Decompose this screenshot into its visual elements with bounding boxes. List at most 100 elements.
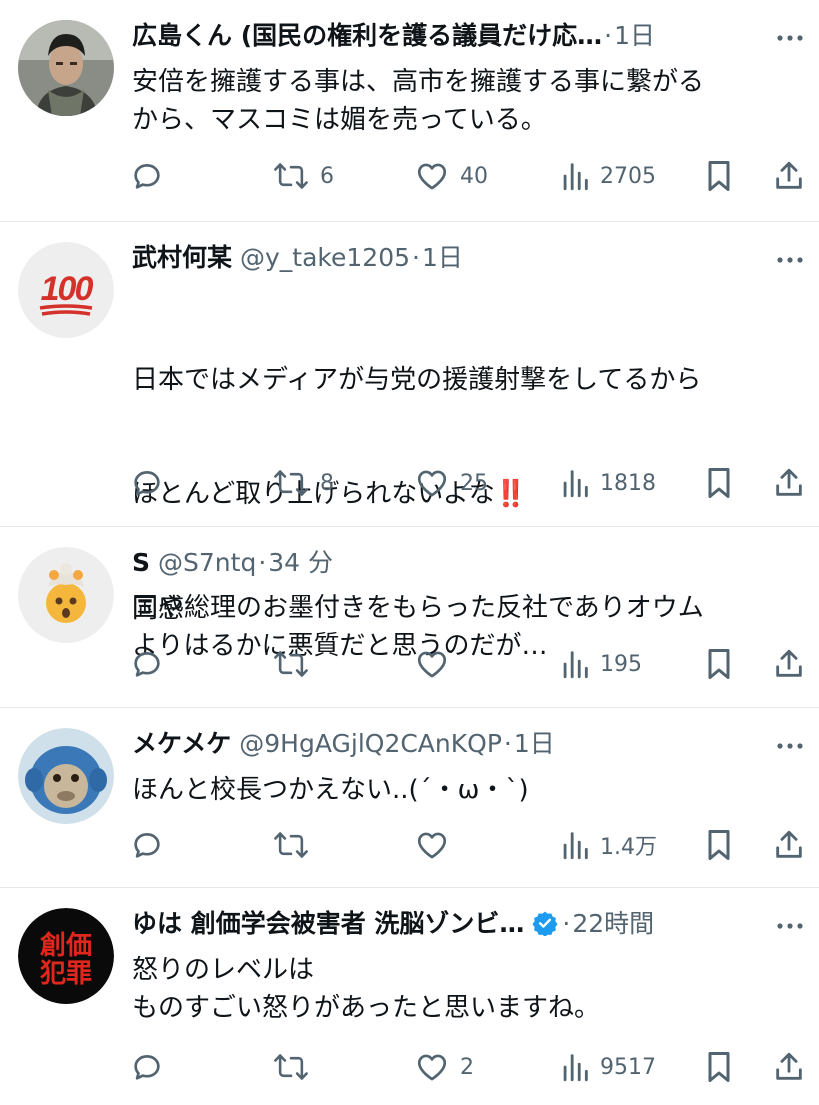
user-handle[interactable]: @9HgAGjlQ2CAnKQP: [239, 726, 502, 762]
like-button[interactable]: 40: [414, 156, 488, 196]
share-button[interactable]: [772, 1047, 806, 1087]
reply-icon: [130, 828, 164, 862]
views-button[interactable]: 2705: [560, 156, 656, 196]
action-bar: 2 9517: [130, 1047, 809, 1087]
like-icon: [414, 647, 450, 681]
tweet[interactable]: S @S7ntq · 34 分 同感 195: [0, 527, 819, 708]
avatar-text: 100: [41, 270, 94, 308]
retweet-icon: [272, 828, 310, 862]
tweet-text: ほんと校長つかえない..(´・ω・`): [132, 775, 529, 805]
share-icon: [772, 465, 806, 501]
reply-icon: [130, 466, 164, 500]
more-icon[interactable]: [775, 28, 805, 48]
views-button[interactable]: 1.4万: [560, 825, 657, 865]
retweet-count: 8: [320, 470, 334, 496]
like-icon: [414, 1050, 450, 1084]
share-button[interactable]: [772, 644, 806, 684]
user-handle[interactable]: @S7ntq: [158, 545, 256, 581]
soka-crime-avatar-icon: 創価 犯罪: [18, 908, 114, 1004]
tweet[interactable]: 創価 犯罪 ゆは 創価学会被害者 洗脳ゾンビ… · 22時間 怒りのレベルは も…: [0, 888, 819, 1105]
like-button[interactable]: [414, 825, 460, 865]
timestamp[interactable]: 1日: [514, 726, 555, 762]
retweet-button[interactable]: [272, 1047, 320, 1087]
views-icon: [560, 647, 590, 681]
retweet-button[interactable]: [272, 644, 320, 684]
retweet-button[interactable]: 6: [272, 156, 334, 196]
retweet-button[interactable]: [272, 825, 320, 865]
separator-dot: ·: [503, 729, 512, 758]
tweet-header: メケメケ @9HgAGjlQ2CAnKQP · 1日: [132, 726, 803, 762]
views-count: 2705: [600, 163, 656, 189]
retweet-icon: [272, 466, 310, 500]
more-icon[interactable]: [775, 736, 805, 756]
avatar[interactable]: [18, 20, 114, 116]
tweet[interactable]: 広島くん (国民の権利を護る議員だけ応… · 1日 安倍を擁護する事は、高市を擁…: [0, 0, 819, 222]
like-icon: [414, 466, 450, 500]
bookmark-icon: [704, 646, 734, 682]
user-handle[interactable]: @y_take1205: [240, 240, 410, 276]
bookmark-icon: [704, 465, 734, 501]
tweet-header: S @S7ntq · 34 分: [132, 545, 803, 581]
reply-feed: 広島くん (国民の権利を護る議員だけ応… · 1日 安倍を擁護する事は、高市を擁…: [0, 0, 819, 1105]
bookmark-button[interactable]: [704, 1047, 734, 1087]
tweet-text: 安倍を擁護する事は、高市を擁護する事に繋がる から、マスコミは媚を売っている。: [132, 67, 705, 135]
avatar[interactable]: [18, 728, 114, 824]
display-name[interactable]: メケメケ: [132, 726, 231, 762]
reply-button[interactable]: [130, 825, 174, 865]
timestamp[interactable]: 22時間: [572, 906, 654, 942]
share-button[interactable]: [772, 825, 806, 865]
monkey-avatar-icon: [18, 728, 114, 824]
like-button[interactable]: 25: [414, 463, 488, 503]
bookmark-icon: [704, 158, 734, 194]
avatar[interactable]: 100: [18, 242, 114, 338]
display-name[interactable]: 武村何某: [132, 240, 232, 276]
avatar[interactable]: [18, 547, 114, 643]
display-name[interactable]: ゆは 創価学会被害者 洗脳ゾンビ…: [132, 906, 524, 942]
bookmark-button[interactable]: [704, 463, 734, 503]
tweet[interactable]: メケメケ @9HgAGjlQ2CAnKQP · 1日 ほんと校長つかえない..(…: [0, 708, 819, 888]
display-name[interactable]: 広島くん (国民の権利を護る議員だけ応…: [132, 18, 602, 54]
verified-badge-icon: [532, 910, 558, 937]
tweet[interactable]: 100 武村何某 @y_take1205 · 1日 日本ではメディアが与党の援護…: [0, 222, 819, 661]
like-button[interactable]: [414, 644, 460, 684]
views-count: 9517: [600, 1054, 656, 1080]
avatar-text: 創価: [40, 931, 92, 961]
avatar[interactable]: 創価 犯罪: [18, 908, 114, 1004]
like-count: 25: [460, 470, 488, 496]
reply-button[interactable]: [130, 463, 174, 503]
more-icon[interactable]: [775, 250, 805, 270]
views-button[interactable]: 9517: [560, 1047, 656, 1087]
bookmark-button[interactable]: [704, 825, 734, 865]
retweet-icon: [272, 1050, 310, 1084]
display-name[interactable]: S: [132, 545, 150, 581]
like-button[interactable]: 2: [414, 1047, 474, 1087]
timestamp[interactable]: 34 分: [268, 545, 333, 581]
reply-button[interactable]: [130, 644, 174, 684]
views-button[interactable]: 1818: [560, 463, 656, 503]
tweet-text: 怒りのレベルは ものすごい怒りがあったと思いますね。: [132, 955, 601, 1023]
share-icon: [772, 1049, 806, 1085]
share-button[interactable]: [772, 463, 806, 503]
retweet-count: 6: [320, 163, 334, 189]
views-button[interactable]: 195: [560, 644, 642, 684]
tweet-header: 武村何某 @y_take1205 · 1日: [132, 240, 803, 276]
like-count: 2: [460, 1054, 474, 1080]
reply-button[interactable]: [130, 156, 174, 196]
more-icon[interactable]: [775, 916, 805, 936]
bookmark-button[interactable]: [704, 644, 734, 684]
share-button[interactable]: [772, 156, 806, 196]
separator-dot: ·: [258, 548, 267, 577]
exploding-head-emoji-avatar-icon: [18, 547, 114, 643]
action-bar: 1.4万: [130, 825, 809, 865]
bookmark-button[interactable]: [704, 156, 734, 196]
reply-icon: [130, 1050, 164, 1084]
reply-icon: [130, 159, 164, 193]
retweet-button[interactable]: 8: [272, 463, 334, 503]
timestamp[interactable]: 1日: [614, 18, 655, 54]
timestamp[interactable]: 1日: [422, 240, 463, 276]
avatar-text: 犯罪: [39, 959, 92, 989]
retweet-icon: [272, 159, 310, 193]
retweet-icon: [272, 647, 310, 681]
views-count: 1.4万: [600, 835, 657, 860]
reply-button[interactable]: [130, 1047, 174, 1087]
